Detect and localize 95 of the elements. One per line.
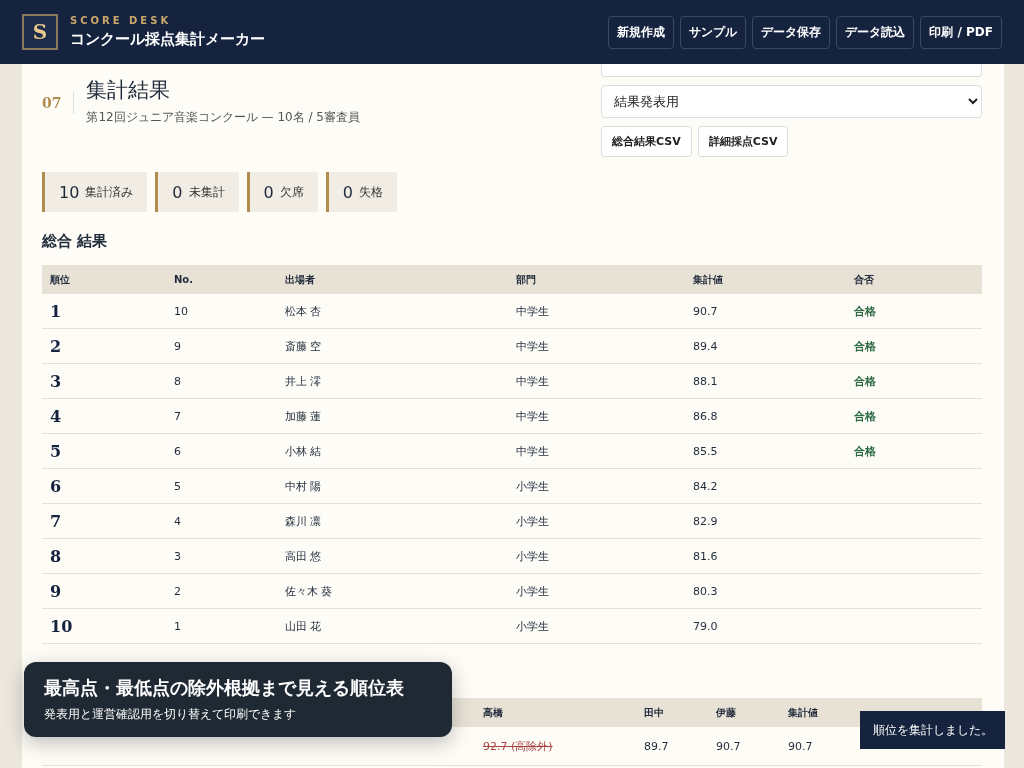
result-cell: 合格 bbox=[854, 373, 876, 389]
table-cell: 中学生 bbox=[516, 338, 549, 354]
column-header: 順位 bbox=[42, 265, 166, 294]
table-cell: 山田 花 bbox=[285, 618, 322, 634]
table-cell: 90.7 bbox=[788, 739, 813, 753]
csv-button[interactable]: 総合結果CSV bbox=[601, 126, 692, 157]
table-cell: 中学生 bbox=[516, 373, 549, 389]
table-cell: 小学生 bbox=[516, 618, 549, 634]
table-cell: 90.7 bbox=[693, 304, 718, 318]
header-button[interactable]: データ読込 bbox=[836, 15, 915, 49]
table-cell: 80.3 bbox=[693, 584, 718, 598]
header-button[interactable]: サンプル bbox=[680, 15, 747, 49]
result-cell: 合格 bbox=[854, 443, 876, 459]
rank-number: 2 bbox=[50, 336, 62, 356]
table-cell: 小学生 bbox=[516, 478, 549, 494]
stat-count: 0 bbox=[263, 182, 274, 202]
table-cell: 10 bbox=[174, 304, 188, 318]
column-header: 集計値 bbox=[787, 705, 819, 720]
table-cell: 82.9 bbox=[693, 514, 718, 528]
table-cell: 6 bbox=[174, 444, 181, 458]
table-cell: 8 bbox=[174, 374, 181, 388]
rank-number: 3 bbox=[50, 371, 62, 391]
table-cell: 5 bbox=[174, 479, 181, 493]
excluded-score: 92.7 (高除外) bbox=[483, 739, 553, 753]
column-header: 部門 bbox=[508, 265, 685, 294]
table-cell: 小林 結 bbox=[285, 443, 322, 459]
table-cell: 小学生 bbox=[516, 548, 549, 564]
rank-number: 10 bbox=[50, 616, 73, 636]
column-header: 出場者 bbox=[277, 265, 508, 294]
stat-count: 10 bbox=[59, 182, 80, 202]
table-cell: 1 bbox=[174, 619, 181, 633]
column-header: 伊藤 bbox=[715, 705, 737, 720]
table-cell: 86.8 bbox=[693, 409, 718, 423]
table-cell: 84.2 bbox=[693, 479, 718, 493]
column-header: 合否 bbox=[846, 265, 982, 294]
table-cell: 高田 悠 bbox=[285, 548, 322, 564]
table-cell: 森川 凛 bbox=[285, 513, 322, 529]
column-header: 田中 bbox=[643, 705, 665, 720]
table-cell: 斎藤 空 bbox=[285, 338, 322, 354]
rank-number: 9 bbox=[50, 581, 62, 601]
header-button[interactable]: 印刷 / PDF bbox=[920, 15, 1002, 49]
table-cell: 89.7 bbox=[644, 739, 669, 753]
rank-number: 4 bbox=[50, 406, 62, 426]
header-button[interactable]: データ保存 bbox=[752, 15, 831, 49]
rank-number: 8 bbox=[50, 546, 62, 566]
table-cell: 79.0 bbox=[693, 619, 718, 633]
table-cell: 3 bbox=[174, 549, 181, 563]
logo: S bbox=[22, 14, 58, 50]
stat-label: 集計済み bbox=[85, 183, 134, 201]
table-cell: 加藤 蓮 bbox=[285, 408, 322, 424]
table-cell: 中学生 bbox=[516, 443, 549, 459]
rank-number: 1 bbox=[50, 301, 62, 321]
table-cell: 小学生 bbox=[516, 583, 549, 599]
header-button[interactable]: 新規作成 bbox=[608, 15, 675, 49]
section-subtitle: 第12回ジュニア音楽コンクール — 10名 / 5審査員 bbox=[86, 109, 360, 126]
result-cell: 合格 bbox=[854, 303, 876, 319]
table-cell: 中学生 bbox=[516, 303, 549, 319]
table-cell: 松本 杏 bbox=[285, 303, 322, 319]
brand-name: SCORE DESK bbox=[70, 15, 173, 26]
mode-select[interactable]: 結果発表用 bbox=[601, 85, 982, 118]
table-cell: 4 bbox=[174, 514, 181, 528]
table-cell: 中村 陽 bbox=[285, 478, 322, 494]
table-cell: 佐々木 葵 bbox=[285, 583, 333, 599]
column-header: No. bbox=[166, 265, 277, 294]
table-cell: 9 bbox=[174, 339, 181, 353]
csv-button[interactable]: 詳細採点CSV bbox=[697, 126, 789, 157]
rank-number: 7 bbox=[50, 511, 62, 531]
table-cell: 81.6 bbox=[693, 549, 718, 563]
table-cell: 2 bbox=[174, 584, 181, 598]
promo-title: 最高点・最低点の除外根拠まで見える順位表 bbox=[44, 676, 405, 700]
promo-subtitle: 発表用と運営確認用を切り替えて印刷できます bbox=[44, 706, 297, 723]
stat-label: 失格 bbox=[358, 183, 383, 201]
table-cell: 90.7 bbox=[716, 739, 741, 753]
section-number: 07 bbox=[42, 92, 75, 114]
app-title: コンクール採点集計メーカー bbox=[70, 30, 265, 49]
stat-label: 欠席 bbox=[279, 183, 304, 201]
table-cell: 7 bbox=[174, 409, 181, 423]
rank-number: 5 bbox=[50, 441, 62, 461]
table-cell: 井上 澪 bbox=[285, 373, 322, 389]
results-title: 総合 結果 bbox=[42, 232, 109, 251]
table-cell: 88.1 bbox=[693, 374, 718, 388]
column-header: 集計値 bbox=[685, 265, 846, 294]
stat-label: 未集計 bbox=[188, 183, 225, 201]
result-cell: 合格 bbox=[854, 408, 876, 424]
stat-count: 0 bbox=[342, 182, 353, 202]
table-cell: 89.4 bbox=[693, 339, 718, 353]
result-cell: 合格 bbox=[854, 338, 876, 354]
table-cell: 85.5 bbox=[693, 444, 718, 458]
column-header: 高橋 bbox=[482, 705, 504, 720]
rank-number: 6 bbox=[50, 476, 62, 496]
toast-message: 順位を集計しました。 bbox=[860, 711, 1005, 749]
table-cell: 中学生 bbox=[516, 408, 549, 424]
table-cell: 小学生 bbox=[516, 513, 549, 529]
section-title: 集計結果 bbox=[86, 77, 172, 104]
stat-count: 0 bbox=[172, 182, 183, 202]
